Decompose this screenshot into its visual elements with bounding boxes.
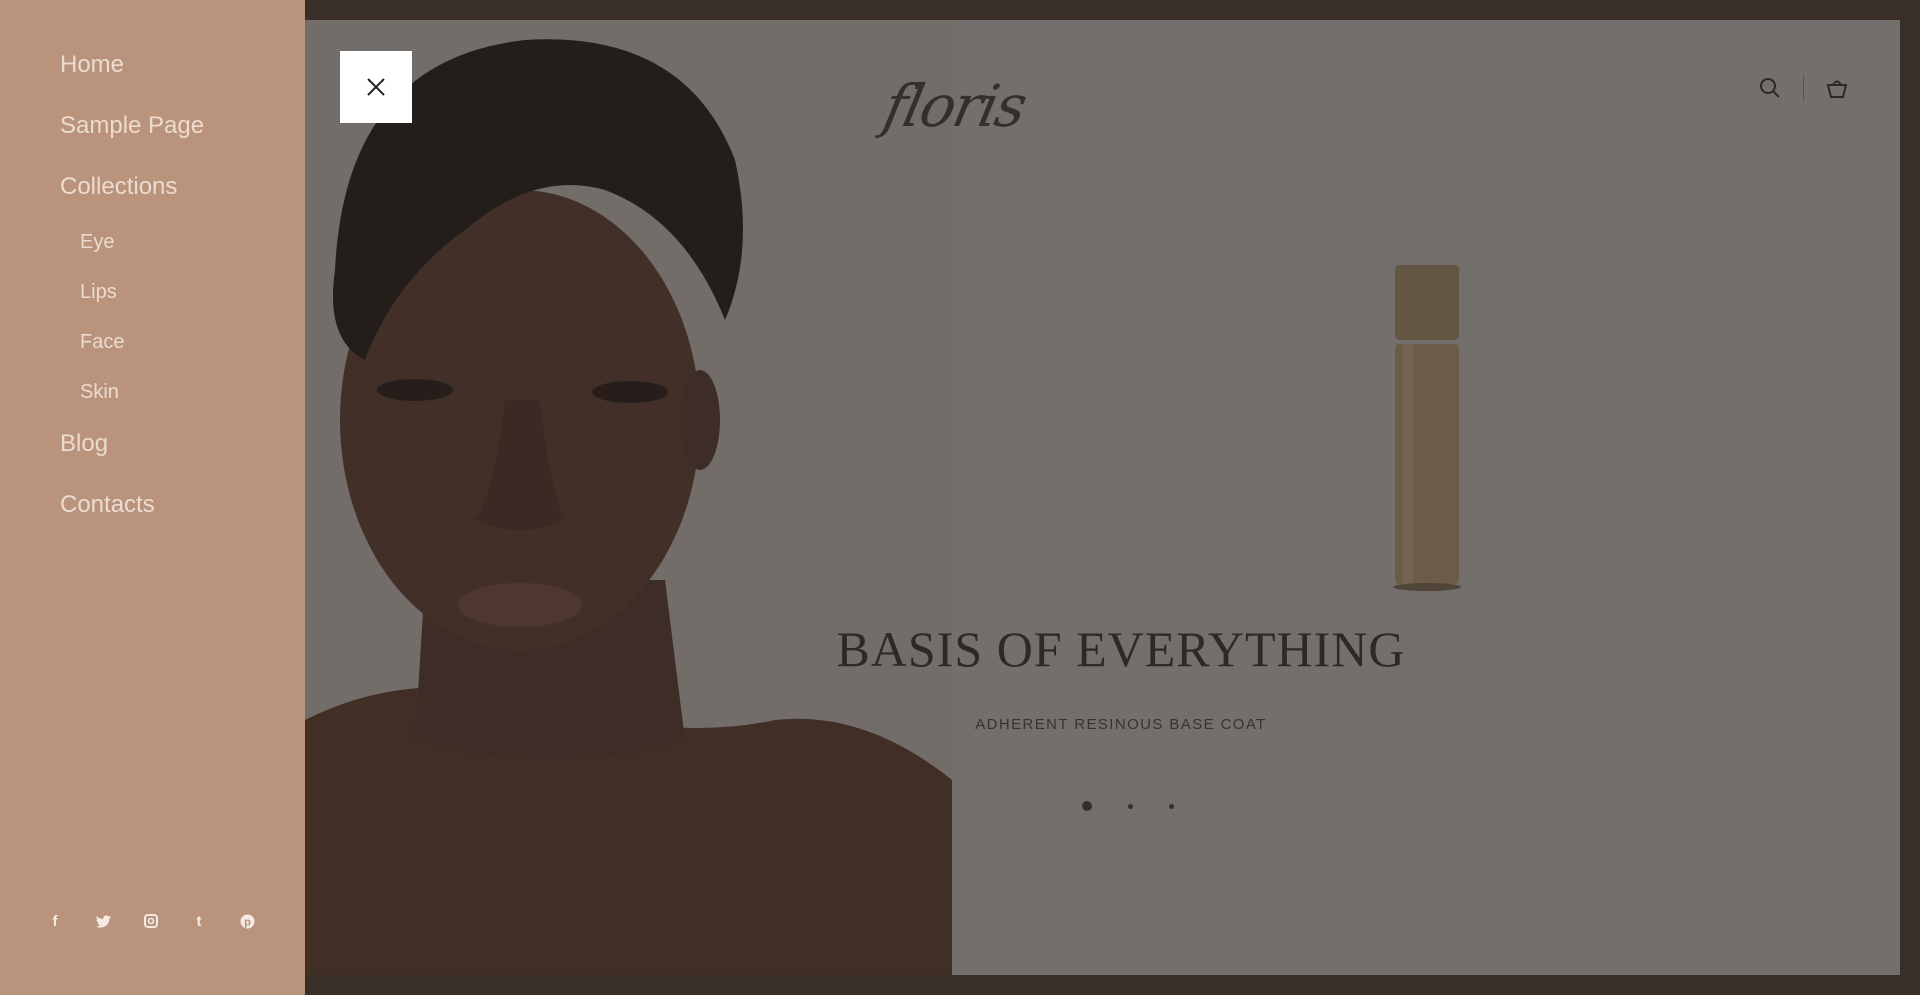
nav-subitem-skin[interactable]: Skin (80, 377, 204, 427)
close-menu-button[interactable] (340, 51, 412, 123)
tumblr-icon[interactable]: t (189, 911, 209, 931)
nav-item-contacts[interactable]: Contacts (60, 488, 204, 549)
svg-text:p: p (244, 916, 251, 928)
hero-frame: floris (305, 20, 1900, 975)
slide-title: BASIS OF EVERYTHING (836, 621, 1406, 677)
slide-subtitle: ADHERENT RESINOUS BASE COAT (975, 716, 1267, 733)
slider-dot-1[interactable] (1082, 801, 1092, 811)
slider-dot-2[interactable] (1128, 803, 1133, 809)
nav-subitem-face[interactable]: Face (80, 327, 204, 377)
search-icon[interactable] (1757, 75, 1783, 101)
collections-submenu: Eye Lips Face Skin (80, 227, 204, 427)
nav-subitem-eye[interactable]: Eye (80, 227, 204, 277)
slider-pagination (1082, 801, 1174, 811)
product-bottle-image (1385, 260, 1475, 595)
header-divider (1803, 76, 1804, 100)
floris-logo[interactable]: floris (878, 72, 1053, 142)
header-actions (1757, 75, 1850, 101)
nav-item-collections-label: Collections (60, 173, 178, 200)
instagram-icon[interactable] (141, 911, 161, 931)
model-portrait-image (305, 20, 952, 975)
cart-icon[interactable] (1824, 75, 1850, 101)
main-nav: Home Sample Page Collections Eye Lips Fa… (60, 48, 204, 549)
facebook-icon[interactable]: f (45, 911, 65, 931)
social-links: f t p (45, 911, 257, 931)
nav-item-sample-page[interactable]: Sample Page (60, 109, 204, 170)
sidebar-menu: Home Sample Page Collections Eye Lips Fa… (0, 0, 305, 995)
nav-item-home[interactable]: Home (60, 48, 204, 109)
nav-item-blog[interactable]: Blog (60, 427, 204, 488)
nav-item-collections[interactable]: Collections Eye Lips Face Skin (60, 170, 204, 427)
twitter-icon[interactable] (93, 911, 113, 931)
close-icon (367, 78, 385, 96)
nav-subitem-lips[interactable]: Lips (80, 277, 204, 327)
pinterest-icon[interactable]: p (237, 911, 257, 931)
slider-dot-3[interactable] (1169, 803, 1174, 809)
